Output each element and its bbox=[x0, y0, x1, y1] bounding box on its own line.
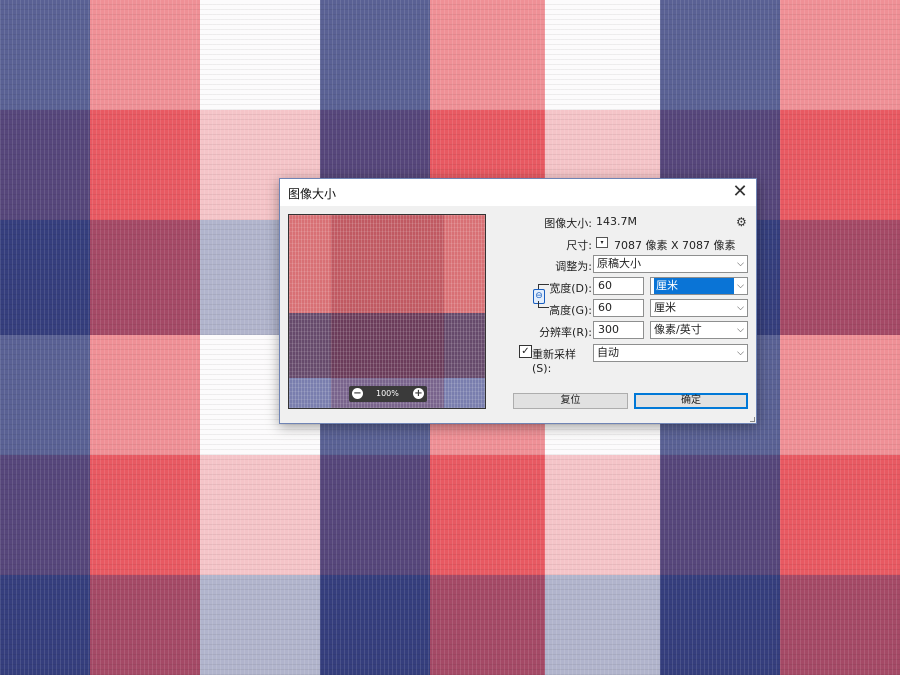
resolution-field[interactable]: 300 bbox=[593, 321, 644, 339]
image-size-label: 图像大小: bbox=[544, 217, 592, 230]
chevron-down-icon: ⌵ bbox=[737, 325, 744, 335]
resolution-unit-select[interactable]: 像素/英寸 ⌵ bbox=[650, 321, 748, 339]
width-unit-select[interactable]: 厘米 ⌵ bbox=[650, 277, 748, 295]
resolution-label: 分辨率(R): bbox=[539, 326, 592, 339]
width-unit-value: 厘米 bbox=[654, 278, 734, 294]
dialog-titlebar[interactable]: 图像大小 ✕ bbox=[280, 179, 756, 206]
gear-icon[interactable]: ⚙ bbox=[736, 215, 747, 229]
height-field[interactable]: 60 bbox=[593, 299, 644, 317]
height-label: 高度(G): bbox=[549, 304, 592, 317]
resize-grip[interactable] bbox=[750, 417, 755, 422]
zoom-out-icon[interactable]: − bbox=[352, 388, 363, 399]
chevron-down-icon: ⌵ bbox=[737, 303, 744, 313]
resolution-unit-value: 像素/英寸 bbox=[654, 323, 702, 336]
fit-to-label: 调整为: bbox=[555, 260, 592, 273]
height-unit-select[interactable]: 厘米 ⌵ bbox=[650, 299, 748, 317]
image-preview[interactable]: − 100% + bbox=[288, 214, 486, 409]
chevron-down-icon: ⌵ bbox=[737, 281, 744, 291]
chevron-down-icon: ⌵ bbox=[737, 259, 744, 269]
height-unit-value: 厘米 bbox=[654, 301, 676, 314]
image-size-dialog: 图像大小 ✕ − 100% + 图像大小: 143.7M ⚙ 尺寸: ▾ 708… bbox=[279, 178, 757, 424]
zoom-in-icon[interactable]: + bbox=[413, 388, 424, 399]
dimensions-value: 7087 像素 X 7087 像素 bbox=[614, 239, 736, 252]
close-icon[interactable]: ✕ bbox=[730, 182, 750, 202]
chevron-down-icon: ⌵ bbox=[737, 348, 744, 358]
fit-to-select[interactable]: 原稿大小 ⌵ bbox=[593, 255, 748, 273]
image-size-value: 143.7M bbox=[596, 215, 637, 228]
resample-value: 自动 bbox=[597, 346, 619, 359]
dimensions-unit-dropdown-icon[interactable]: ▾ bbox=[596, 237, 608, 248]
resample-select[interactable]: 自动 ⌵ bbox=[593, 344, 748, 362]
resample-checkbox[interactable]: ✓ bbox=[519, 345, 532, 358]
width-label: 宽度(D): bbox=[549, 282, 592, 295]
dialog-title: 图像大小 bbox=[288, 187, 337, 201]
fit-to-value: 原稿大小 bbox=[597, 257, 641, 270]
width-field[interactable]: 60 bbox=[593, 277, 644, 295]
reset-button[interactable]: 复位 bbox=[513, 393, 628, 409]
preview-zoom-bar: − 100% + bbox=[349, 386, 427, 402]
ok-button[interactable]: 确定 bbox=[634, 393, 748, 409]
zoom-level: 100% bbox=[376, 389, 399, 398]
resample-label: 重新采样(S): bbox=[532, 348, 576, 375]
dimensions-label: 尺寸: bbox=[566, 239, 592, 252]
